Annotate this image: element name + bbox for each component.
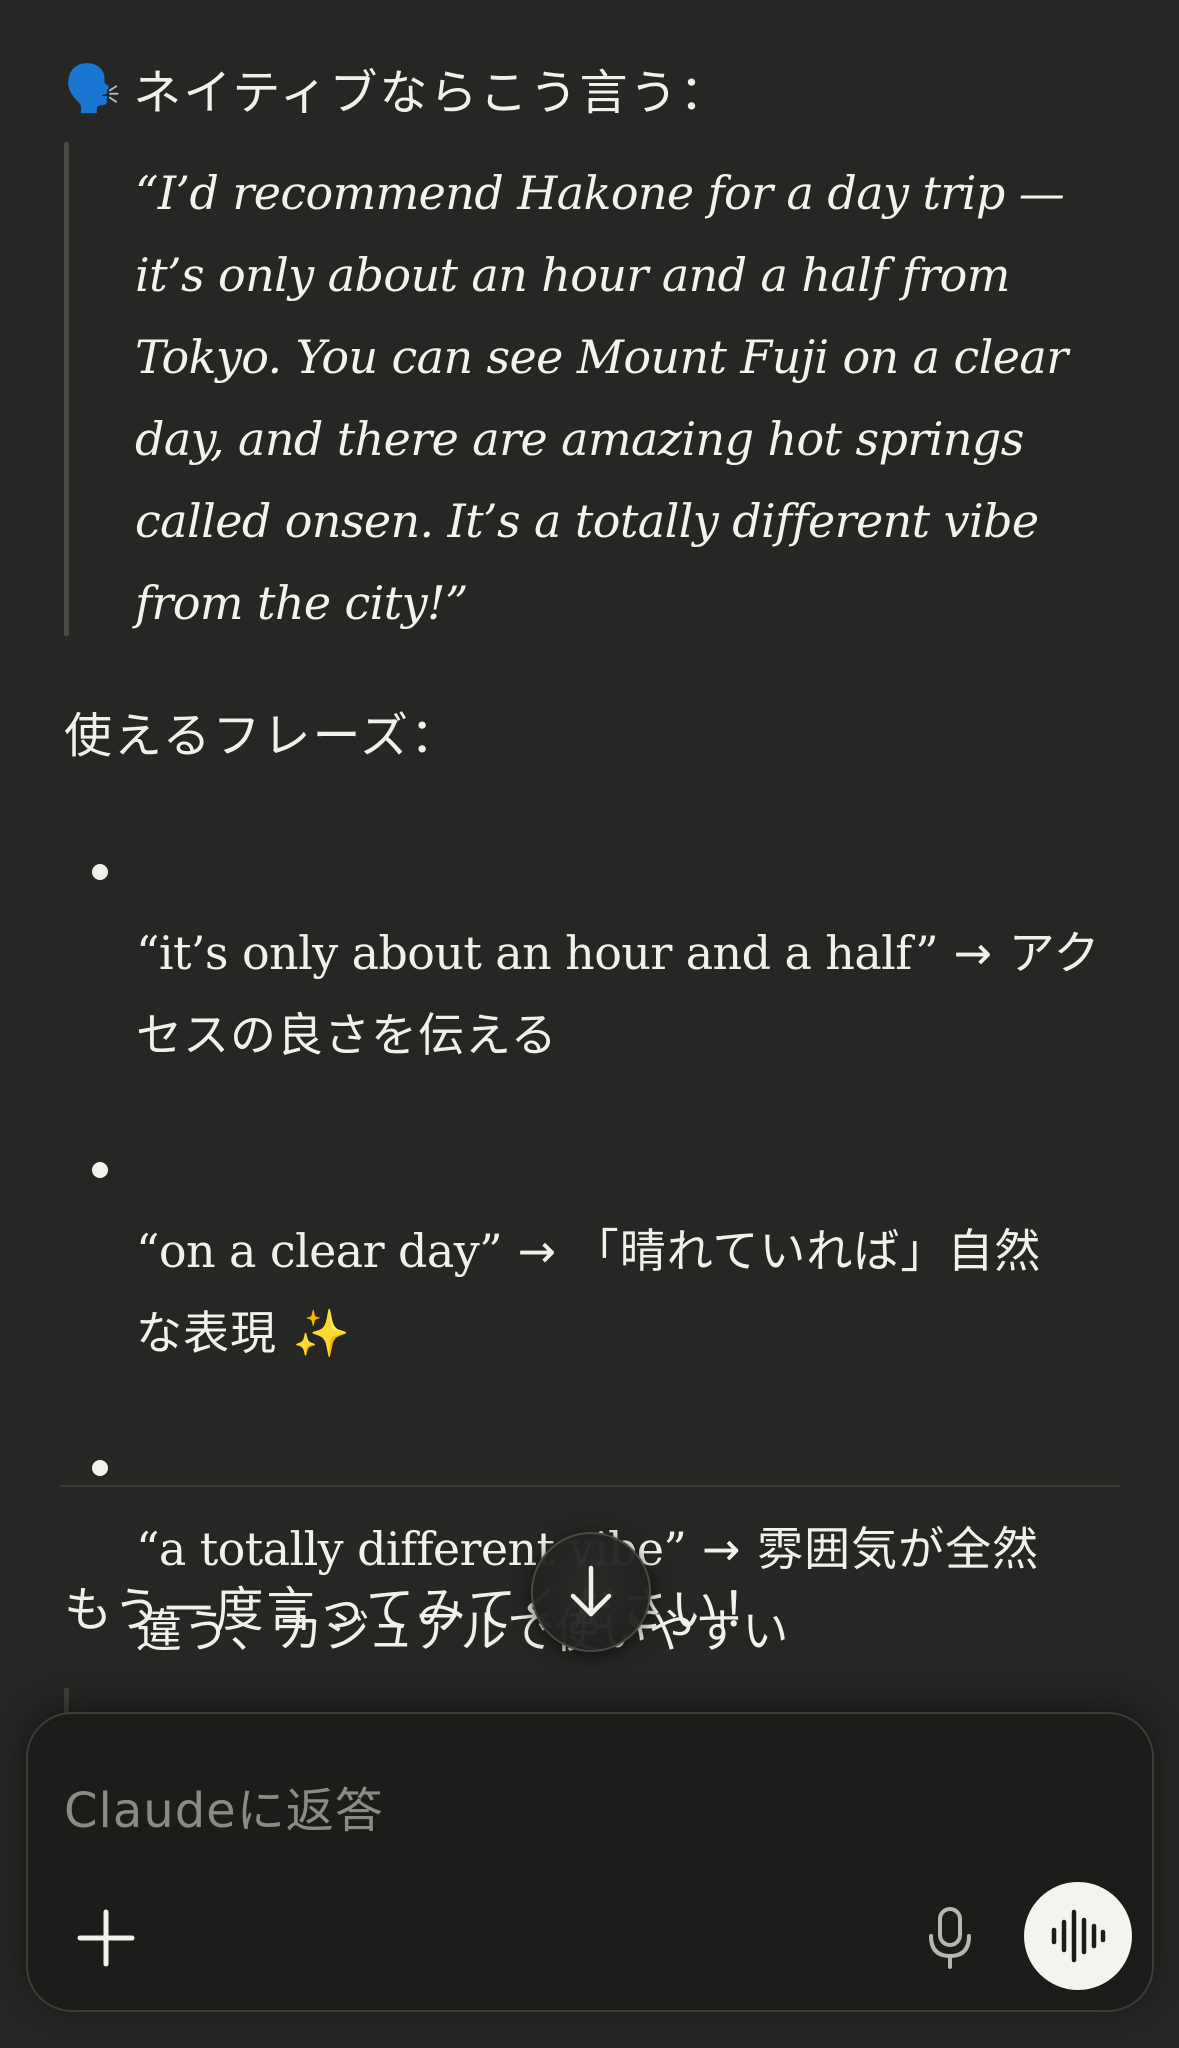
try-again-prompt: もう一度言ってみてください！ bbox=[64, 1582, 773, 1638]
arrow-down-icon bbox=[570, 1565, 612, 1617]
add-attachment-button[interactable] bbox=[68, 1900, 144, 1976]
native-quote: “I’d recommend Hakone for a day trip — i… bbox=[135, 166, 1068, 630]
reply-input[interactable] bbox=[64, 1776, 884, 1846]
phrase-english: “on a clear day” bbox=[136, 1224, 503, 1278]
blockquote-bar bbox=[64, 142, 69, 636]
list-item: “on a clear day” → 「晴れていれば」自然 な表現 ✨ bbox=[84, 1128, 1144, 1374]
divider bbox=[60, 1485, 1120, 1487]
plus-icon bbox=[77, 1909, 135, 1967]
phrase-english: “it’s only about an hour and a half” bbox=[136, 926, 939, 980]
heading-text: ネイティブならこう言う： bbox=[133, 65, 730, 121]
microphone-icon bbox=[929, 1907, 971, 1969]
scroll-to-bottom-button[interactable] bbox=[531, 1532, 651, 1652]
phrases-label: 使えるフレーズ： bbox=[64, 708, 461, 764]
reply-composer bbox=[26, 1712, 1154, 2012]
bullet-dot bbox=[92, 1162, 108, 1178]
native-expression-heading: 🗣️ ネイティブならこう言う： bbox=[64, 48, 729, 128]
voice-mode-button[interactable] bbox=[1024, 1882, 1132, 1990]
voice-waveform-icon bbox=[1051, 1909, 1106, 1963]
bullet-dot bbox=[92, 864, 108, 880]
microphone-button[interactable] bbox=[908, 1896, 992, 1980]
speaking-head-icon: 🗣️ bbox=[64, 61, 124, 115]
list-item: “it’s only about an hour and a half” → ア… bbox=[84, 830, 1144, 1076]
bullet-dot bbox=[92, 1460, 108, 1476]
